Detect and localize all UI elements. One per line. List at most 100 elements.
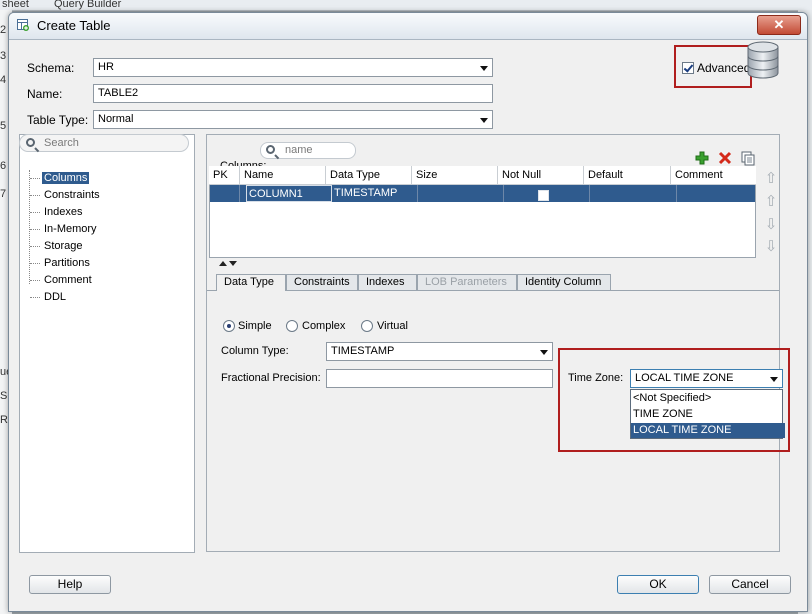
background-line-number: 6	[0, 160, 7, 172]
time-zone-option-not-specified[interactable]: <Not Specified>	[631, 391, 785, 406]
fractional-precision-input[interactable]	[326, 369, 553, 388]
background-tab-query-builder[interactable]: Query Builder	[54, 0, 121, 10]
background-line-number: 3	[0, 50, 7, 62]
time-zone-select[interactable]: LOCAL TIME ZONE	[630, 369, 783, 388]
not-null-checkbox[interactable]	[538, 190, 549, 201]
background-line-number: 4	[0, 74, 7, 86]
column-header-name[interactable]: Name	[240, 166, 326, 185]
columns-search-placeholder: name	[285, 144, 313, 156]
table-type-select[interactable]: Normal	[93, 110, 493, 129]
column-header-comment[interactable]: Comment	[671, 166, 756, 185]
ok-button[interactable]: OK	[617, 575, 699, 594]
nav-item-partitions[interactable]: Partitions	[30, 257, 92, 271]
nav-item-storage[interactable]: Storage	[30, 240, 85, 254]
nav-search-placeholder: Search	[44, 137, 79, 149]
nav-item-comment[interactable]: Comment	[30, 274, 94, 288]
table-type-label: Table Type:	[27, 113, 89, 127]
background-app-bar: sheet Query Builder	[0, 0, 812, 11]
tab-indexes[interactable]: Indexes	[358, 274, 417, 290]
column-type-label: Column Type:	[221, 345, 289, 357]
cell-pk[interactable]	[210, 185, 240, 202]
radio-complex-label[interactable]: Complex	[302, 320, 345, 332]
background-tab-sheet[interactable]: sheet	[2, 0, 29, 10]
radio-virtual-label[interactable]: Virtual	[377, 320, 408, 332]
search-icon	[26, 138, 35, 147]
move-bottom-icon[interactable]: ⇩	[764, 239, 778, 254]
cancel-button[interactable]: Cancel	[709, 575, 791, 594]
cell-default[interactable]	[590, 185, 677, 202]
move-top-icon[interactable]: ⇧	[764, 171, 778, 186]
background-line-number: 5	[0, 120, 7, 132]
column-type-value: TIMESTAMP	[331, 345, 395, 357]
nav-item-label: Constraints	[44, 189, 100, 201]
time-zone-dropdown-list: <Not Specified> TIME ZONE LOCAL TIME ZON…	[630, 389, 785, 439]
nav-item-label: Storage	[44, 240, 83, 252]
time-zone-option-time-zone[interactable]: TIME ZONE	[631, 407, 785, 422]
nav-item-ddl[interactable]: DDL	[30, 291, 68, 305]
advanced-checkbox[interactable]	[682, 62, 694, 74]
cell-data-type[interactable]: TIMESTAMP	[332, 185, 418, 202]
tab-data-type[interactable]: Data Type	[216, 274, 286, 291]
nav-item-in-memory[interactable]: In-Memory	[30, 223, 99, 237]
nav-item-label: In-Memory	[44, 223, 97, 235]
nav-item-columns[interactable]: Columns	[30, 172, 90, 186]
schema-select[interactable]: HR	[93, 58, 493, 77]
help-button[interactable]: Help	[29, 575, 111, 594]
expand-arrow-icon[interactable]	[229, 261, 237, 266]
schema-label: Schema:	[27, 61, 75, 75]
add-column-icon[interactable]	[694, 150, 710, 166]
chevron-down-icon	[480, 66, 488, 71]
title-bar[interactable]: Create Table ✕	[9, 13, 807, 40]
column-header-data-type[interactable]: Data Type	[326, 166, 412, 185]
collapse-arrow-icon[interactable]	[219, 261, 227, 266]
radio-virtual[interactable]	[361, 320, 373, 332]
cell-comment[interactable]	[677, 185, 755, 202]
name-label: Name:	[27, 87, 63, 101]
database-icon	[747, 41, 779, 79]
table-row[interactable]: COLUMN1 TIMESTAMP	[210, 185, 755, 202]
cell-name[interactable]: COLUMN1	[246, 185, 332, 202]
copy-column-icon[interactable]	[740, 150, 756, 166]
splitter-bar[interactable]	[207, 258, 779, 266]
delete-column-icon[interactable]	[717, 150, 733, 166]
time-zone-label: Time Zone:	[568, 372, 624, 384]
radio-simple[interactable]	[223, 320, 235, 332]
nav-item-label: Indexes	[44, 206, 83, 218]
radio-dot	[227, 324, 231, 328]
time-zone-option-local-time-zone[interactable]: LOCAL TIME ZONE	[631, 423, 785, 438]
background-line-number: 2	[0, 24, 7, 36]
check-icon	[683, 62, 694, 73]
nav-item-label: Comment	[44, 274, 92, 286]
close-button[interactable]: ✕	[757, 15, 801, 35]
column-header-pk[interactable]: PK	[209, 166, 240, 185]
chevron-down-icon	[480, 118, 488, 123]
move-down-icon[interactable]: ⇩	[764, 217, 778, 232]
create-table-icon	[17, 19, 29, 31]
nav-item-indexes[interactable]: Indexes	[30, 206, 85, 220]
schema-value: HR	[98, 61, 114, 73]
move-up-icon[interactable]: ⇧	[764, 194, 778, 209]
background-line-number: 7	[0, 188, 7, 200]
fractional-precision-label: Fractional Precision:	[221, 372, 321, 384]
chevron-down-icon	[540, 350, 548, 355]
chevron-down-icon	[770, 377, 778, 382]
search-icon	[266, 145, 275, 154]
column-header-not-null[interactable]: Not Null	[498, 166, 584, 185]
column-type-select[interactable]: TIMESTAMP	[326, 342, 553, 361]
time-zone-value: LOCAL TIME ZONE	[635, 372, 734, 384]
nav-item-constraints[interactable]: Constraints	[30, 189, 102, 203]
column-header-size[interactable]: Size	[412, 166, 498, 185]
tab-strip-line	[207, 290, 779, 291]
tab-identity-column[interactable]: Identity Column	[517, 274, 611, 290]
cell-size[interactable]	[418, 185, 504, 202]
nav-item-label: Columns	[42, 172, 90, 184]
column-header-default[interactable]: Default	[584, 166, 671, 185]
name-input[interactable]: TABLE2	[93, 84, 493, 103]
nav-item-label: DDL	[44, 291, 67, 303]
tab-constraints[interactable]: Constraints	[286, 274, 358, 290]
table-type-value: Normal	[98, 113, 134, 125]
radio-simple-label[interactable]: Simple	[238, 320, 272, 332]
tab-lob-parameters: LOB Parameters	[417, 274, 517, 290]
radio-complex[interactable]	[286, 320, 298, 332]
nav-item-label: Partitions	[44, 257, 90, 269]
